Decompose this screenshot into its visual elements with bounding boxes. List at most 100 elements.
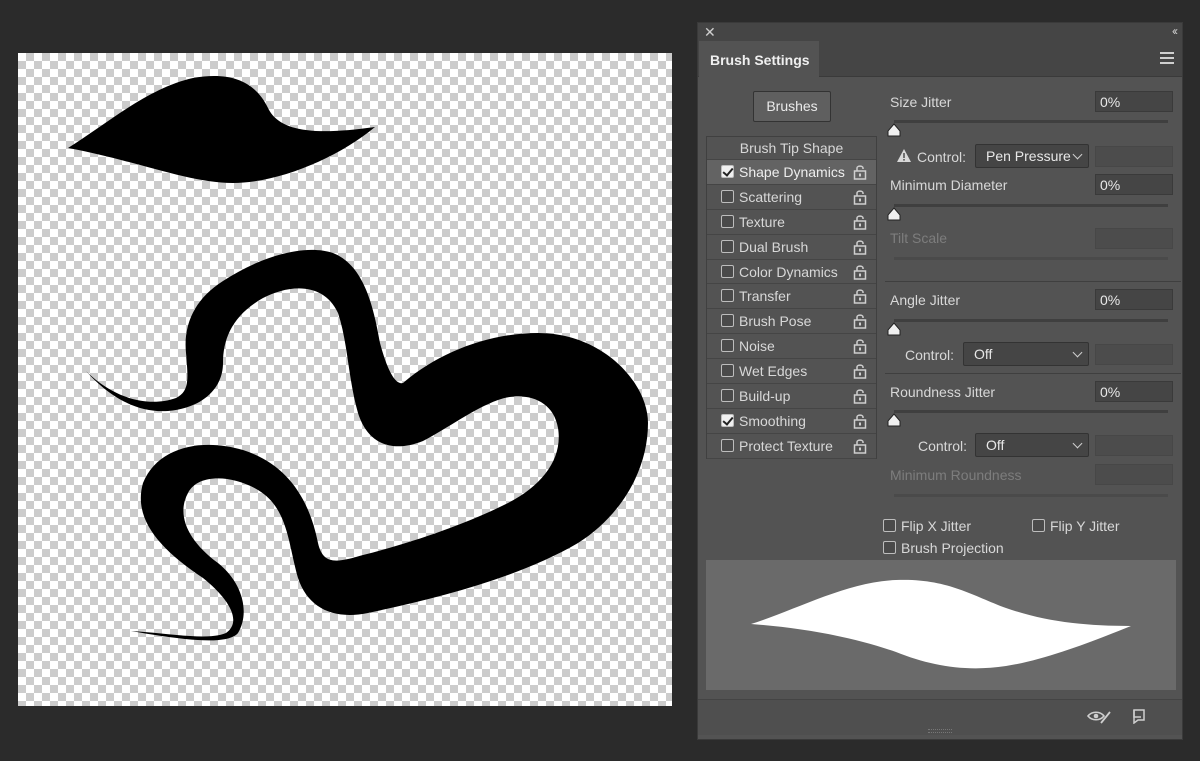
option-checkbox[interactable] <box>721 214 734 228</box>
roundness-jitter-field[interactable]: 0% <box>1095 381 1173 402</box>
brush-option-build-up[interactable]: Build-up <box>707 384 876 409</box>
option-label: Dual Brush <box>739 238 809 255</box>
size-control-select[interactable]: Pen Pressure <box>975 144 1089 168</box>
angle-control-value: Off <box>974 346 993 362</box>
brush-projection-checkbox[interactable] <box>883 541 896 554</box>
lock-icon[interactable] <box>853 388 867 404</box>
roundness-control-select[interactable]: Off <box>975 433 1089 457</box>
chevron-down-icon <box>1072 438 1083 449</box>
option-checkbox[interactable] <box>721 413 734 427</box>
option-label: Scattering <box>739 188 803 205</box>
panel-bottom-bar <box>698 699 1182 735</box>
option-label: Wet Edges <box>739 363 808 380</box>
lock-icon[interactable] <box>853 288 867 305</box>
angle-control-extra-field <box>1095 344 1173 365</box>
size-jitter-label: Size Jitter <box>890 94 952 110</box>
leaf-stroke <box>68 76 375 183</box>
lock-icon[interactable] <box>853 189 867 205</box>
lock-icon[interactable] <box>853 338 867 354</box>
new-preset-icon[interactable] <box>1130 708 1146 724</box>
brush-option-texture[interactable]: Texture <box>707 210 876 235</box>
lock-icon[interactable] <box>853 413 867 429</box>
option-checkbox[interactable] <box>721 289 734 303</box>
option-checkbox[interactable] <box>721 389 734 403</box>
angle-jitter-slider[interactable] <box>894 319 1168 322</box>
roundness-control-extra-field <box>1095 435 1173 456</box>
brush-option-shape-dynamics[interactable]: Shape Dynamics <box>707 160 876 185</box>
resize-handle[interactable] <box>928 729 952 733</box>
flip-y-checkbox[interactable] <box>1032 519 1045 532</box>
option-checkbox[interactable] <box>721 314 734 328</box>
lock-icon[interactable] <box>853 438 867 454</box>
close-icon[interactable]: ✕ <box>704 24 716 41</box>
warning-icon <box>897 149 911 162</box>
tab-brush-settings[interactable]: Brush Settings <box>699 41 819 78</box>
brush-option-noise[interactable]: Noise <box>707 334 876 360</box>
minimum-roundness-slider <box>894 494 1168 497</box>
roundness-jitter-slider[interactable] <box>894 410 1168 413</box>
angle-jitter-field[interactable]: 0% <box>1095 289 1173 310</box>
option-label: Shape Dynamics <box>739 164 845 180</box>
brush-option-brush-pose[interactable]: Brush Pose <box>707 309 876 335</box>
panel-top-bar: ✕ ‹‹ <box>698 23 1182 41</box>
option-label: Texture <box>739 213 785 230</box>
option-checkbox[interactable] <box>721 239 734 253</box>
brush-option-protect-texture[interactable]: Protect Texture <box>707 434 876 459</box>
brushes-button[interactable]: Brushes <box>753 91 831 122</box>
minimum-roundness-label: Minimum Roundness <box>890 467 1022 483</box>
minimum-diameter-thumb[interactable] <box>887 207 901 221</box>
option-label: Noise <box>739 338 775 355</box>
angle-jitter-label: Angle Jitter <box>890 292 961 308</box>
panel-tab-bar: Brush Settings <box>698 41 1182 78</box>
brush-option-color-dynamics[interactable]: Color Dynamics <box>707 260 876 285</box>
roundness-jitter-label: Roundness Jitter <box>890 384 996 400</box>
brush-option-wet-edges[interactable]: Wet Edges <box>707 359 876 385</box>
minimum-diameter-field[interactable]: 0% <box>1095 174 1173 195</box>
option-checkbox[interactable] <box>721 339 734 353</box>
lock-icon[interactable] <box>853 164 867 180</box>
roundness-control-value: Off <box>986 437 1005 453</box>
tilt-scale-field <box>1095 228 1173 249</box>
toggle-preview-icon[interactable] <box>1086 709 1112 725</box>
tilt-scale-label: Tilt Scale <box>890 230 948 246</box>
flip-x-label: Flip X Jitter <box>901 518 972 534</box>
lock-icon[interactable] <box>853 313 867 330</box>
size-jitter-thumb[interactable] <box>887 123 901 137</box>
minimum-diameter-label: Minimum Diameter <box>890 177 1008 193</box>
lock-icon[interactable] <box>853 214 867 230</box>
lock-icon[interactable] <box>853 264 867 280</box>
size-control-label: Control: <box>917 149 967 165</box>
option-checkbox[interactable] <box>721 264 734 278</box>
roundness-jitter-thumb[interactable] <box>887 413 901 427</box>
size-jitter-field[interactable]: 0% <box>1095 91 1173 112</box>
lock-icon[interactable] <box>853 363 867 379</box>
roundness-control-label: Control: <box>918 438 968 454</box>
option-label: Brush Pose <box>739 313 812 330</box>
option-checkbox[interactable] <box>721 189 734 203</box>
minimum-roundness-field <box>1095 464 1173 485</box>
brush-option-dual-brush[interactable]: Dual Brush <box>707 235 876 260</box>
collapse-icon[interactable]: ‹‹ <box>1172 24 1178 38</box>
angle-jitter-thumb[interactable] <box>887 322 901 336</box>
tilt-scale-slider <box>894 257 1168 260</box>
brush-stroke-preview <box>706 560 1176 690</box>
option-checkbox[interactable] <box>721 438 734 452</box>
brush-options-list: Brush Tip Shape Shape Dynamics Scattering… <box>706 136 877 459</box>
brush-projection-label: Brush Projection <box>901 540 1004 556</box>
option-checkbox[interactable] <box>721 364 734 378</box>
minimum-diameter-slider[interactable] <box>894 204 1168 207</box>
brush-option-smoothing[interactable]: Smoothing <box>707 409 876 434</box>
s-stroke <box>86 249 648 641</box>
panel-menu-icon[interactable] <box>1160 52 1174 64</box>
document-canvas[interactable] <box>18 53 672 706</box>
angle-control-select[interactable]: Off <box>963 342 1089 366</box>
lock-icon[interactable] <box>853 239 867 255</box>
size-control-extra-field <box>1095 146 1173 167</box>
angle-control-label: Control: <box>905 347 955 363</box>
flip-x-checkbox[interactable] <box>883 519 896 532</box>
brush-option-transfer[interactable]: Transfer <box>707 284 876 310</box>
brush-tip-shape-item[interactable]: Brush Tip Shape <box>707 137 876 160</box>
size-jitter-slider[interactable] <box>894 120 1168 123</box>
brush-option-scattering[interactable]: Scattering <box>707 185 876 210</box>
option-checkbox[interactable] <box>721 165 734 178</box>
